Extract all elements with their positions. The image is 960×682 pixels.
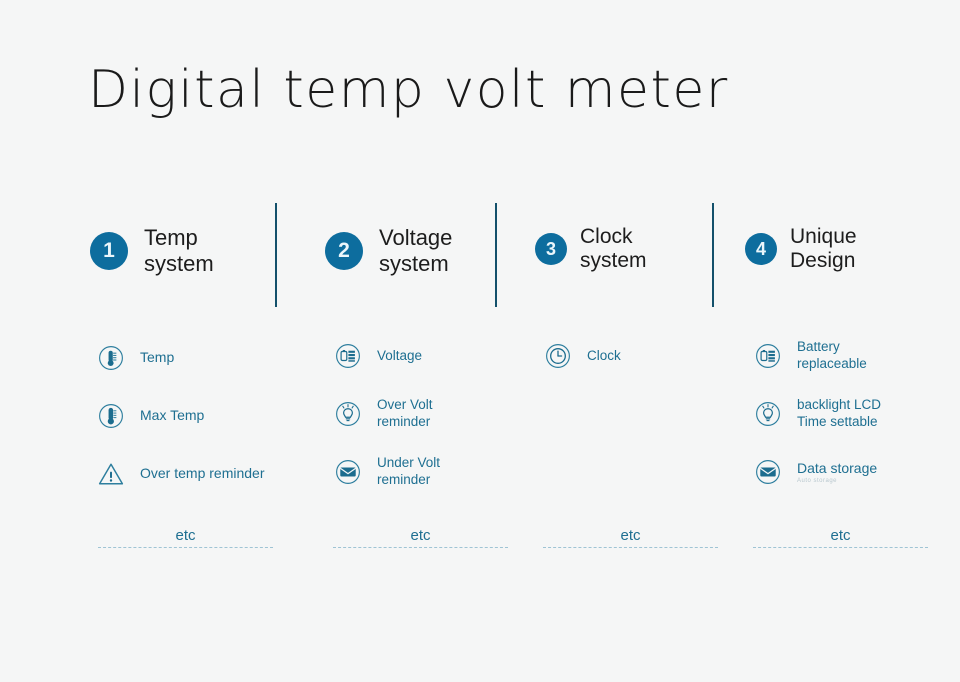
column-header: 3 Clock system: [535, 225, 647, 274]
battery-meter-icon: [756, 344, 780, 368]
feature-item[interactable]: Under Volt reminder: [335, 451, 550, 493]
infographic-page: Digital temp volt meter 1 Temp system Te…: [0, 0, 960, 682]
feature-item[interactable]: Temp: [98, 335, 313, 381]
feature-label: Voltage: [377, 347, 423, 363]
lightbulb-icon: [336, 402, 360, 426]
feature-label: Over temp reminder: [140, 465, 265, 482]
clock-icon: [546, 344, 570, 368]
etc-block: etc: [98, 527, 273, 548]
feature-label: Data storage: [797, 459, 878, 476]
thermometer-icon: [99, 346, 123, 370]
etc-underline: [333, 547, 508, 548]
step-badge-2: 2: [325, 231, 363, 270]
etc-label: etc: [175, 527, 196, 544]
column-heading: Unique Design: [790, 225, 857, 273]
feature-label: Temp: [140, 349, 175, 366]
etc-block: etc: [543, 527, 718, 548]
feature-label: Battery replaceable: [797, 339, 867, 371]
feature-columns: 1 Temp system Temp Max Temp Over temp re…: [0, 195, 960, 595]
column-temp-system: 1 Temp system Temp Max Temp Over temp re…: [90, 195, 305, 595]
feature-label-group: Data storage Auto storage: [781, 460, 877, 485]
feature-item[interactable]: Over Volt reminder: [335, 393, 550, 435]
step-badge-3: 3: [535, 233, 567, 266]
feature-list: Battery replaceable backlight LCD Time s…: [755, 335, 960, 509]
warning-triangle-icon: [98, 463, 124, 485]
column-heading: Voltage system: [379, 225, 453, 276]
battery-meter-icon: [336, 344, 360, 368]
column-header: 4 Unique Design: [745, 225, 857, 274]
feature-label: Clock: [587, 347, 621, 363]
feature-item[interactable]: Data storage Auto storage: [755, 451, 960, 493]
etc-label: etc: [620, 527, 641, 544]
column-header: 1 Temp system: [90, 225, 214, 276]
feature-item[interactable]: Battery replaceable: [755, 335, 960, 377]
etc-underline: [753, 547, 928, 548]
column-clock-system: 3 Clock system Clock etc: [535, 195, 750, 595]
feature-item[interactable]: backlight LCD Time settable: [755, 393, 960, 435]
etc-underline: [98, 547, 273, 548]
feature-list: Temp Max Temp Over temp reminder: [98, 335, 313, 509]
page-title: Digital temp volt meter: [88, 60, 729, 120]
feature-list: Voltage Over Volt reminder Under Volt re…: [335, 335, 550, 509]
etc-label: etc: [830, 527, 851, 544]
feature-label: Under Volt reminder: [377, 455, 441, 487]
lightbulb-icon: [756, 402, 780, 426]
feature-label: Max Temp: [140, 407, 205, 424]
envelope-icon: [756, 460, 780, 484]
step-badge-1: 1: [90, 231, 128, 270]
feature-label: Over Volt reminder: [377, 397, 433, 429]
envelope-icon: [336, 460, 360, 484]
feature-item[interactable]: Voltage: [335, 335, 550, 377]
feature-item[interactable]: Clock: [545, 335, 760, 377]
feature-item[interactable]: Max Temp: [98, 393, 313, 439]
thermometer-icon: [99, 404, 123, 428]
column-unique-design: 4 Unique Design Battery replaceable back…: [745, 195, 960, 595]
etc-label: etc: [410, 527, 431, 544]
feature-item[interactable]: Over temp reminder: [98, 451, 313, 497]
column-heading: Temp system: [144, 225, 214, 276]
column-heading: Clock system: [580, 225, 647, 273]
feature-list: Clock: [545, 335, 760, 393]
feature-label: backlight LCD Time settable: [797, 397, 882, 429]
etc-block: etc: [333, 527, 508, 548]
column-header: 2 Voltage system: [325, 225, 452, 276]
step-badge-4: 4: [745, 233, 777, 266]
etc-underline: [543, 547, 718, 548]
etc-block: etc: [753, 527, 928, 548]
column-voltage-system: 2 Voltage system Voltage Over Volt remin…: [325, 195, 540, 595]
feature-sublabel: Auto storage: [797, 478, 838, 485]
